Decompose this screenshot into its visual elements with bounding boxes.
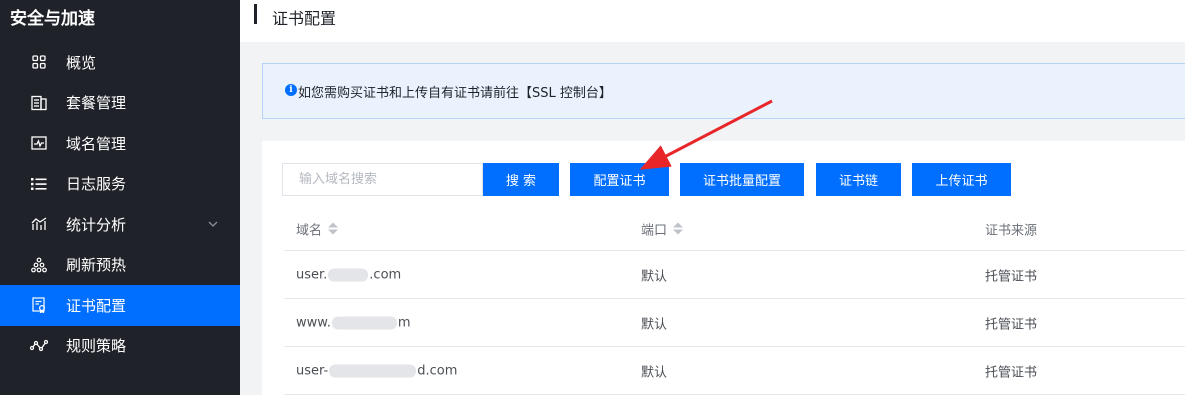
info-icon: i: [285, 84, 297, 96]
sidebar-item-logs[interactable]: 日志服务: [0, 164, 240, 205]
notice-text[interactable]: 如您需购买证书和上传自有证书请前往【SSL 控制台】: [298, 82, 612, 101]
sidebar-item-domain[interactable]: 域名管理: [0, 123, 240, 164]
domain-cell: www. m: [296, 315, 411, 330]
title-marker: [254, 4, 257, 24]
sidebar-item-rules[interactable]: 规则策略: [0, 326, 240, 367]
domain-cell: user. .com: [296, 267, 402, 282]
sidebar-nav: 概览 套餐管理 域名管理 日志服务 统计分析 刷新预热 证书配置 规则策略: [0, 42, 240, 366]
sidebar-item-certificate[interactable]: 证书配置: [0, 285, 240, 326]
column-header-port[interactable]: 端口: [641, 219, 684, 238]
chart-icon: [30, 215, 48, 233]
sidebar: 安全与加速 概览 套餐管理 域名管理 日志服务 统计分析 刷新预热 证书配置 规…: [0, 0, 240, 395]
sidebar-item-overview[interactable]: 概览: [0, 42, 240, 83]
source-cell: 托管证书: [985, 269, 1038, 284]
table-row[interactable]: user- d.com 默认 托管证书: [284, 347, 1185, 395]
sidebar-item-label: 套餐管理: [66, 94, 127, 113]
sidebar-item-label: 日志服务: [66, 175, 127, 194]
table-row[interactable]: www. m 默认 托管证书: [284, 299, 1185, 347]
port-cell: 默认: [641, 269, 668, 284]
redacted-text: [331, 316, 397, 329]
tree-icon: [30, 256, 48, 274]
column-header-domain[interactable]: 域名: [296, 219, 339, 238]
rule-icon: [30, 337, 48, 355]
list-icon: [30, 175, 48, 193]
info-notice: i 如您需购买证书和上传自有证书请前往【SSL 控制台】: [262, 63, 1185, 119]
column-header-source: 证书来源: [985, 223, 1038, 238]
sidebar-item-label: 证书配置: [66, 296, 127, 315]
sidebar-item-label: 规则策略: [66, 337, 127, 356]
domain-search-input[interactable]: [282, 163, 483, 196]
chevron-down-icon[interactable]: [206, 217, 220, 231]
sort-icon[interactable]: [673, 222, 684, 235]
table-row[interactable]: user. .com 默认 托管证书: [284, 251, 1185, 299]
domain-icon: [30, 134, 48, 152]
batch-configure-button[interactable]: 证书批量配置: [680, 163, 804, 196]
certificate-chain-button[interactable]: 证书链: [816, 163, 901, 196]
sidebar-item-package[interactable]: 套餐管理: [0, 83, 240, 124]
upload-certificate-button[interactable]: 上传证书: [912, 163, 1011, 196]
sidebar-item-analytics[interactable]: 统计分析: [0, 204, 240, 245]
redacted-text: [328, 268, 369, 281]
domain-table: 域名 端口 证书来源 user. .com 默认 托管证书 www. m 默认 …: [284, 207, 1185, 395]
sidebar-item-label: 域名管理: [66, 134, 127, 153]
port-cell: 默认: [641, 365, 668, 380]
certificate-panel: 搜 索 配置证书 证书批量配置 证书链 上传证书 域名 端口 证书来源 user…: [262, 141, 1185, 395]
package-icon: [30, 94, 48, 112]
redacted-text: [329, 364, 417, 377]
grid-icon: [30, 53, 48, 71]
port-cell: 默认: [641, 317, 668, 332]
search-button[interactable]: 搜 索: [483, 163, 559, 196]
sidebar-item-label: 刷新预热: [66, 256, 127, 275]
product-title: 安全与加速: [10, 9, 95, 29]
sidebar-item-refresh[interactable]: 刷新预热: [0, 245, 240, 286]
table-header: 域名 端口 证书来源: [284, 207, 1185, 251]
source-cell: 托管证书: [985, 365, 1038, 380]
sidebar-item-label: 统计分析: [66, 215, 127, 234]
certificate-icon: [30, 296, 48, 314]
page-header: 证书配置: [240, 0, 1185, 42]
page-title: 证书配置: [272, 9, 337, 28]
source-cell: 托管证书: [985, 317, 1038, 332]
domain-cell: user- d.com: [296, 363, 458, 378]
sidebar-item-label: 概览: [66, 53, 97, 72]
sort-icon[interactable]: [328, 222, 339, 235]
configure-certificate-button[interactable]: 配置证书: [570, 163, 669, 196]
